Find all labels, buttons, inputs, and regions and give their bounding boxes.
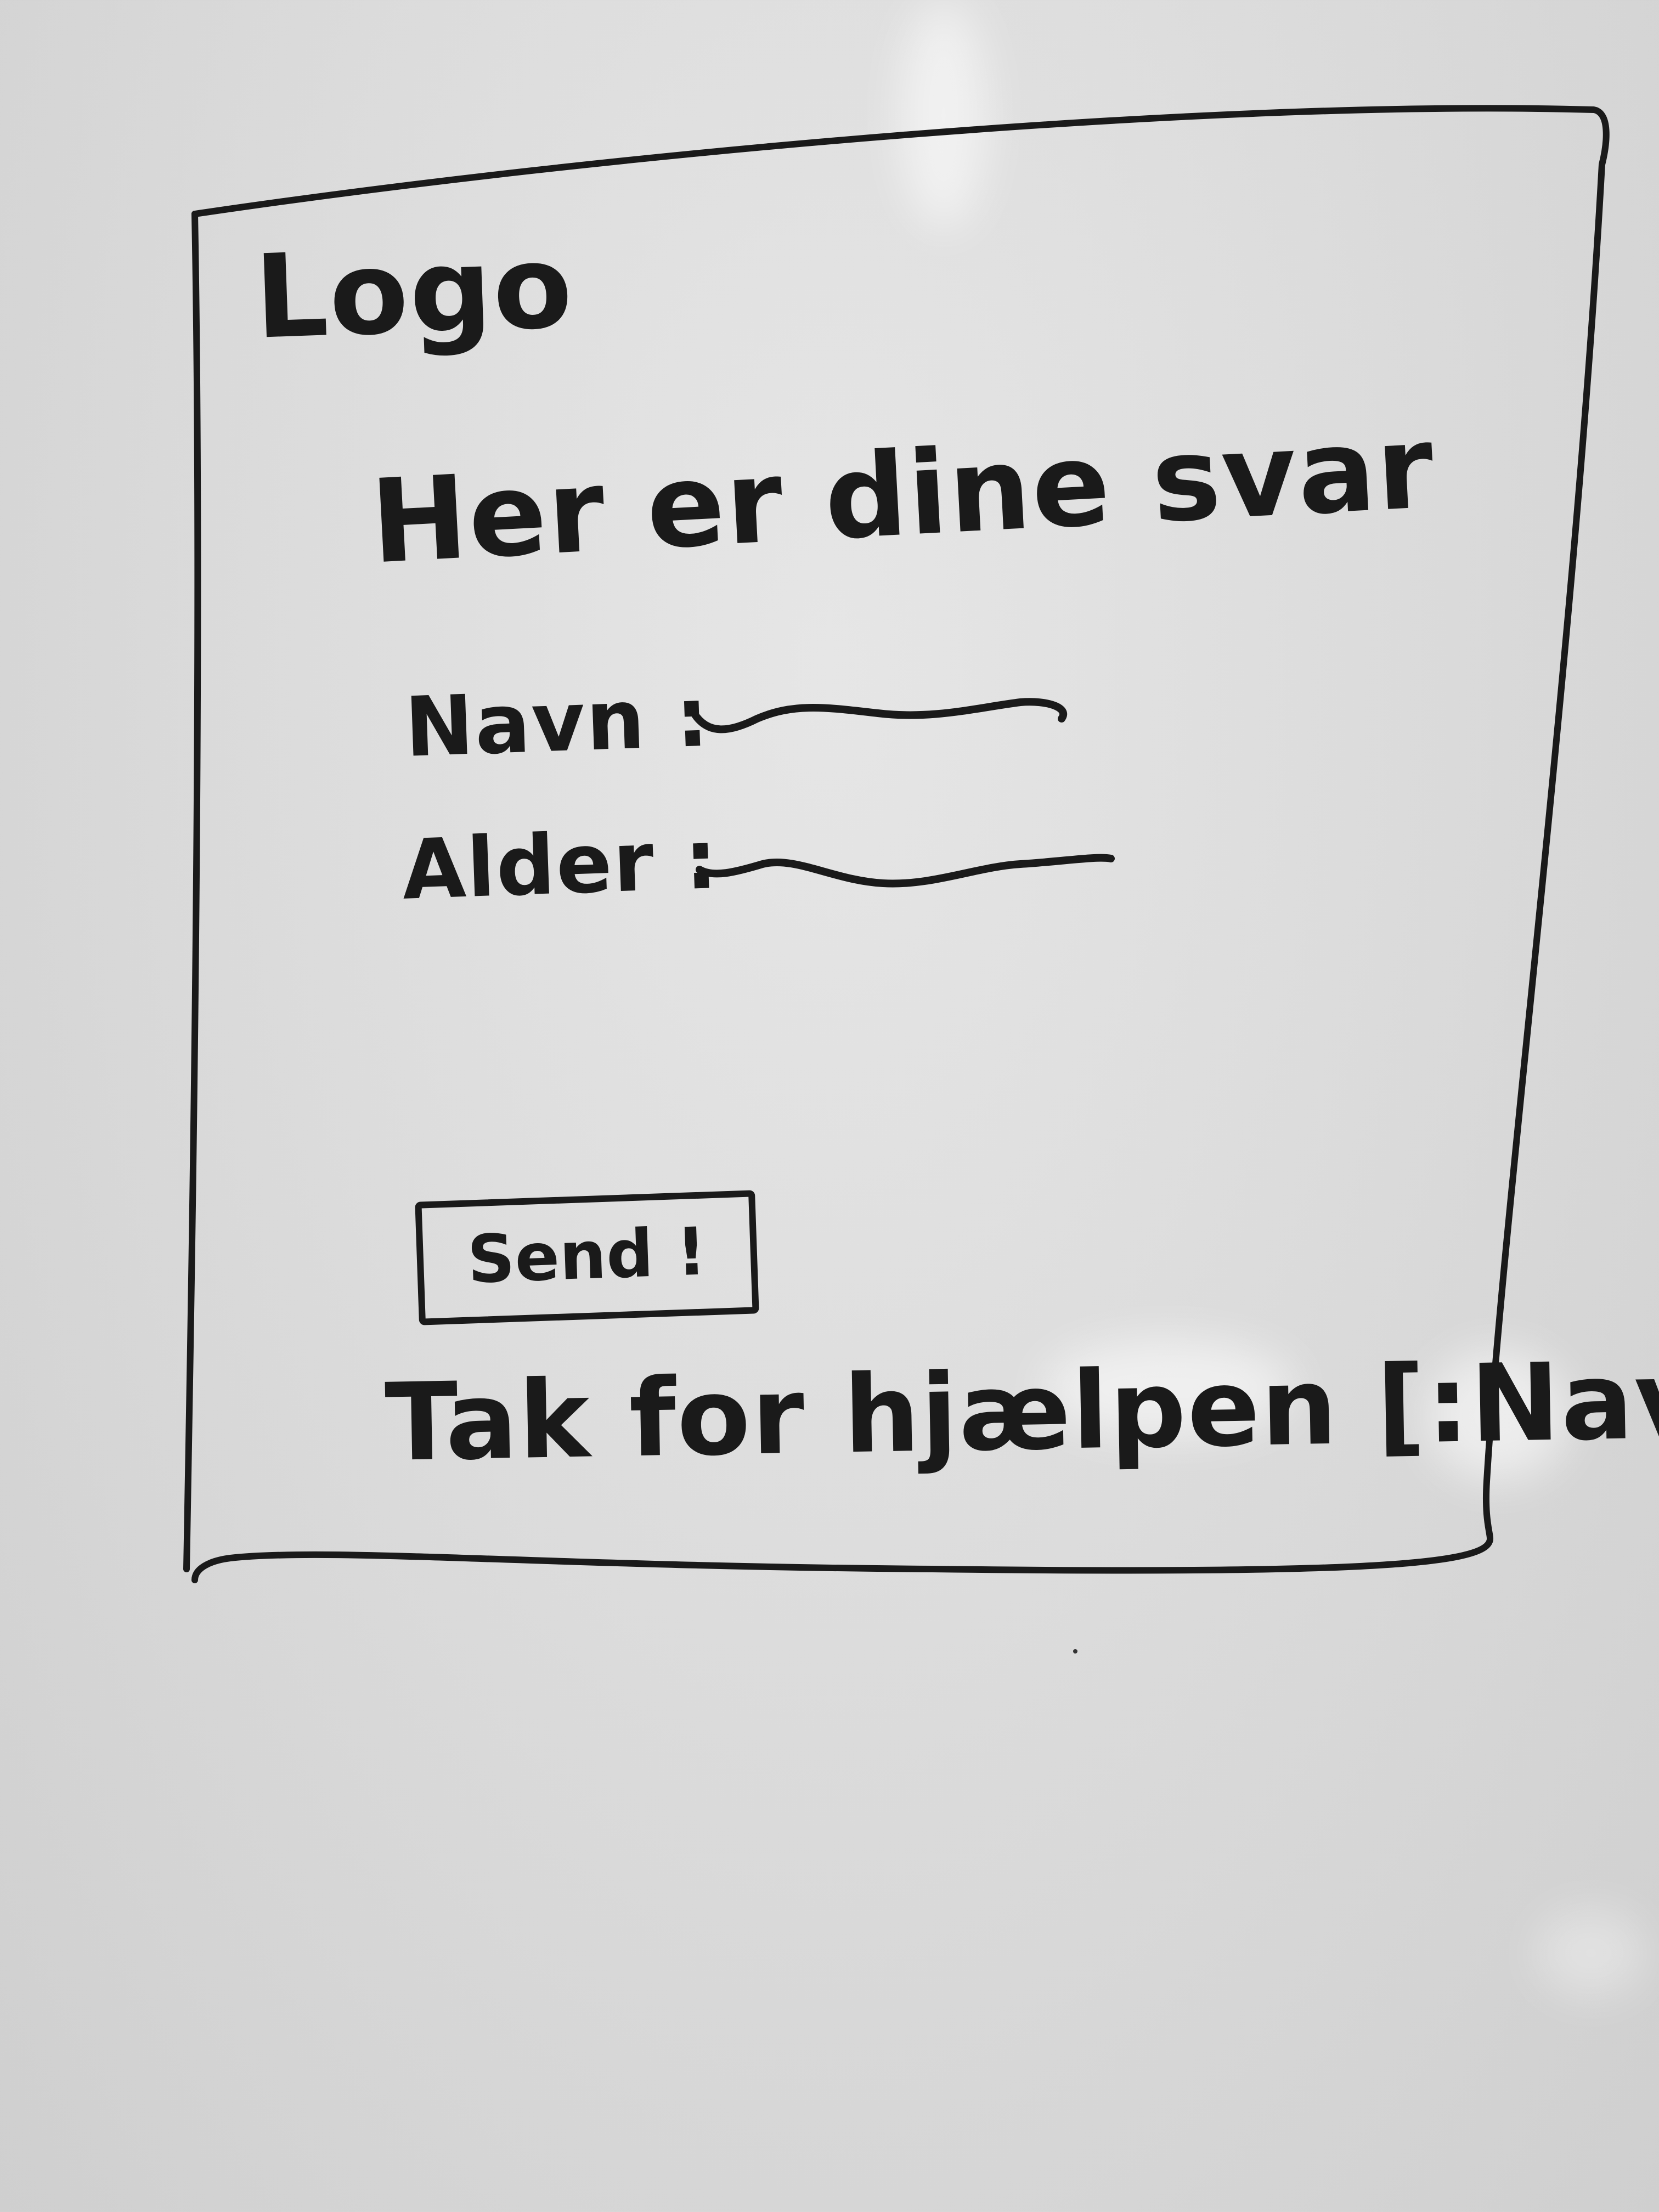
name-field-label: Navn : — [403, 669, 712, 776]
thanks-message: Tak for hjælpen [:Navn] — [384, 1335, 1659, 1485]
frame-left-edge — [183, 211, 201, 1572]
thanks-text: Tak for hjælpen — [384, 1344, 1340, 1485]
age-value-squiggle — [696, 854, 1115, 888]
logo-placeholder: Logo — [252, 219, 575, 365]
send-button-label: Send ! — [466, 1214, 708, 1299]
wireframe-frame — [183, 105, 1610, 1654]
send-button[interactable]: Send ! — [415, 1190, 759, 1325]
name-placeholder: [:Navn] — [1375, 1335, 1659, 1468]
age-field-label: Alder : — [400, 811, 720, 918]
board-speck — [1073, 1649, 1077, 1654]
name-value-squiggle — [690, 698, 1067, 733]
